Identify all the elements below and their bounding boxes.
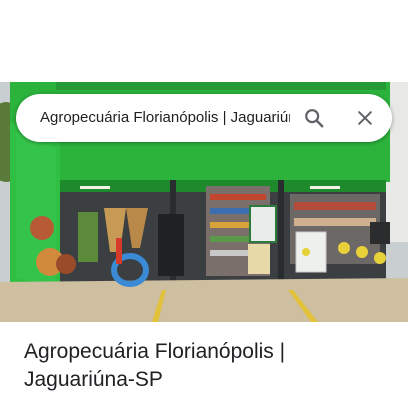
close-button[interactable] — [349, 102, 381, 134]
search-button[interactable] — [298, 102, 330, 134]
place-title: Agropecuária Florianópolis | Jaguariúna-… — [24, 340, 286, 391]
top-blank-area — [0, 0, 408, 82]
search-bar[interactable]: Agropecuária Florianópolis | Jaguariúna-… — [16, 94, 392, 142]
search-icon — [305, 109, 324, 128]
search-input[interactable]: Agropecuária Florianópolis | Jaguariúna-… — [40, 108, 290, 128]
close-icon — [358, 111, 372, 125]
